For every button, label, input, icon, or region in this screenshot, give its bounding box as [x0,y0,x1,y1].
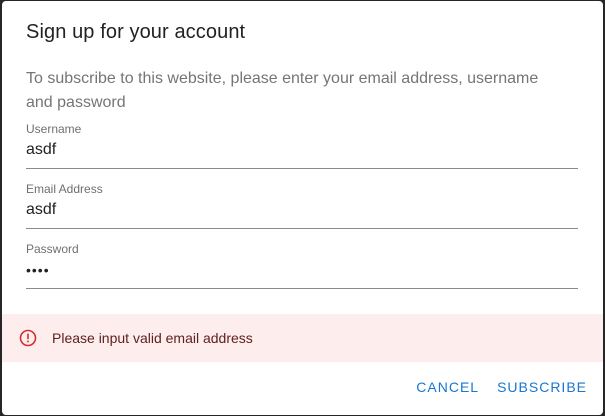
signup-dialog: Sign up for your account To subscribe to… [2,1,603,415]
dialog-actions: CANCEL SUBSCRIBE [408,373,595,401]
password-field: Password [26,242,578,289]
email-label: Email Address [26,182,103,196]
error-outline-icon [19,329,37,347]
dialog-description: To subscribe to this website, please ent… [26,70,539,111]
email-input[interactable] [26,201,578,219]
cancel-button[interactable]: CANCEL [408,373,487,401]
username-label: Username [26,122,82,136]
error-message: Please input valid email address [52,330,253,346]
subscribe-button[interactable]: SUBSCRIBE [489,373,595,401]
username-input[interactable] [26,141,578,159]
username-field: Username [26,122,578,169]
password-input[interactable] [26,262,578,278]
password-label: Password [26,242,79,256]
error-alert: Please input valid email address [2,314,603,362]
dialog-title: Sign up for your account [26,21,246,43]
email-field: Email Address [26,182,578,229]
